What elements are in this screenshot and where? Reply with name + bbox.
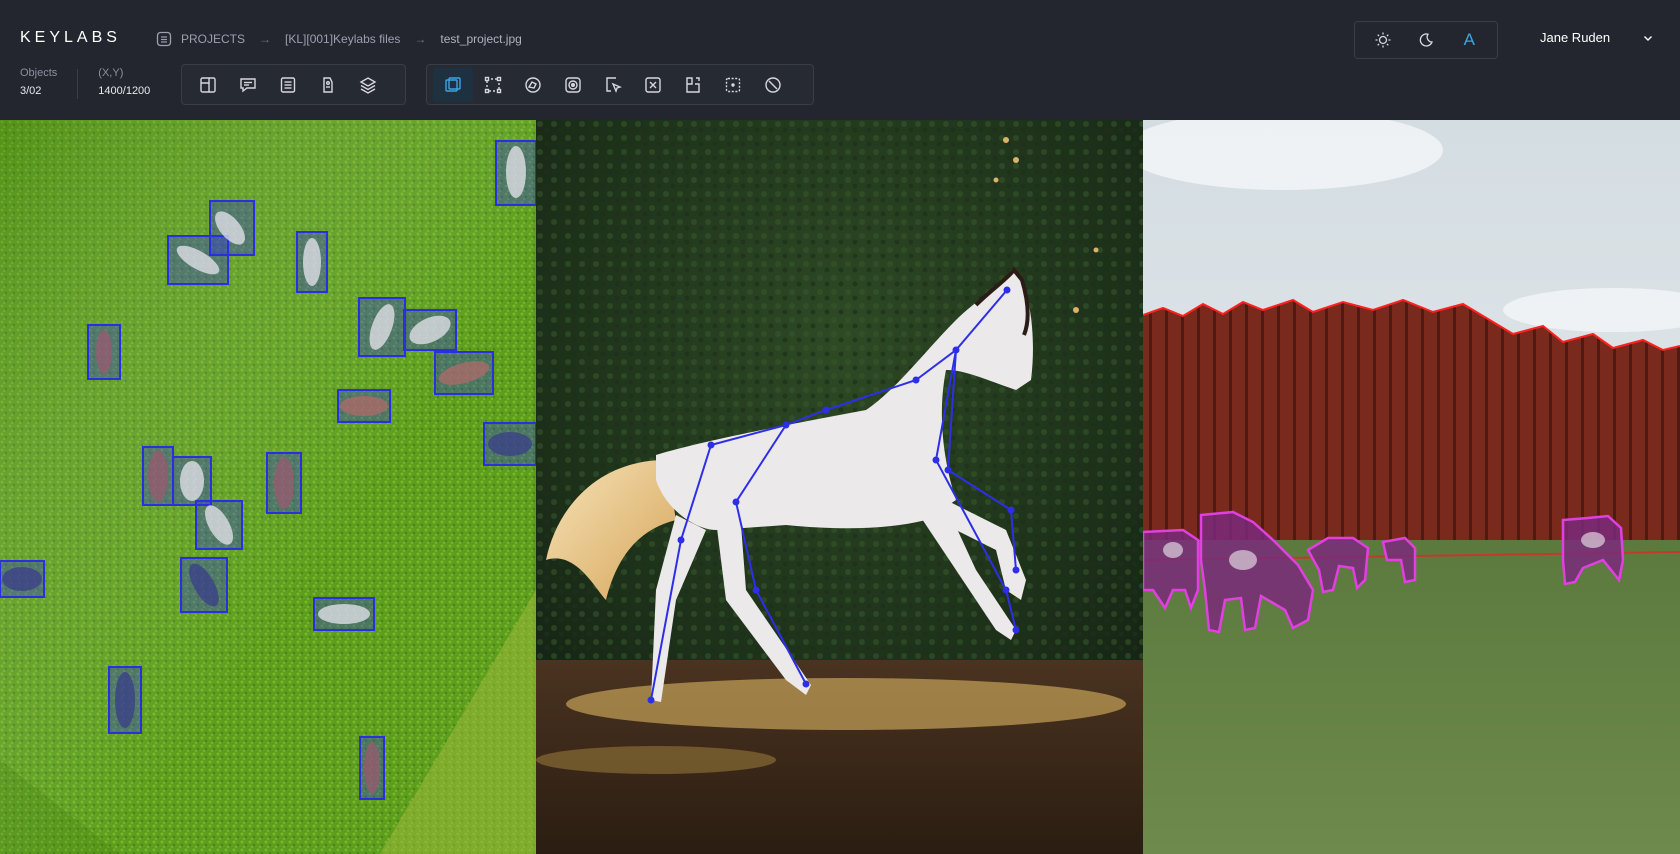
pasture-scene xyxy=(1143,120,1680,854)
view-toolgroup xyxy=(181,64,406,105)
top-toolbar: KEYLABS PROJECTS → [KL][001]Keylabs file… xyxy=(0,0,1680,120)
user-menu[interactable]: Jane Ruden xyxy=(1540,30,1654,45)
objects-value: 3/02 xyxy=(20,85,42,97)
tag-button[interactable] xyxy=(308,68,348,102)
segmentation-tool-icon xyxy=(565,76,581,93)
annotation-toolgroup xyxy=(426,64,814,105)
horse-scene xyxy=(536,120,1143,854)
layers-icon xyxy=(359,76,377,94)
mask-tool[interactable] xyxy=(713,68,753,102)
stats-panel: Objects 3/02 (X,Y) 1400/1200 xyxy=(20,67,150,99)
layers-button[interactable] xyxy=(348,68,388,102)
theme-switcher: A xyxy=(1354,21,1498,59)
frame-icon xyxy=(200,76,216,93)
text-select-tool[interactable] xyxy=(633,68,673,102)
cuboid-tool[interactable] xyxy=(673,68,713,102)
list-button[interactable] xyxy=(268,68,308,102)
dark-theme-button[interactable] xyxy=(1408,25,1444,55)
polygon-tool[interactable] xyxy=(513,68,553,102)
segmentation-tool[interactable] xyxy=(553,68,593,102)
no-annotation-icon xyxy=(765,76,781,93)
no-annotation-tool[interactable] xyxy=(753,68,793,102)
polygon-tool-icon xyxy=(525,76,541,93)
objects-label: Objects xyxy=(20,67,58,79)
auto-theme-button[interactable]: A xyxy=(1451,25,1487,55)
coords-value: 1400/1200 xyxy=(98,85,151,97)
cuboid-tool-icon xyxy=(686,76,700,93)
bounding-box-tool-icon xyxy=(445,76,461,92)
select-cursor-tool[interactable] xyxy=(593,68,633,102)
tag-icon xyxy=(323,76,333,93)
user-name: Jane Ruden xyxy=(1540,30,1611,45)
objects-stat: Objects 3/02 xyxy=(20,67,57,99)
breadcrumb: PROJECTS → [KL][001]Keylabs files → test… xyxy=(156,30,522,48)
text-select-icon xyxy=(645,76,661,93)
image-panel-pasture-cows[interactable] xyxy=(1143,120,1680,854)
breadcrumb-separator: → xyxy=(414,32,427,46)
bounding-box-tool[interactable] xyxy=(433,67,473,102)
coords-label: (X,Y) xyxy=(98,67,124,79)
image-panel-horse[interactable] xyxy=(536,120,1143,854)
comment-button[interactable] xyxy=(228,68,268,102)
comment-icon xyxy=(240,77,256,92)
image-panel-aerial-cows[interactable] xyxy=(0,120,536,854)
breadcrumb-separator: → xyxy=(259,32,272,46)
select-cursor-icon xyxy=(606,76,622,93)
sun-icon xyxy=(1375,32,1391,48)
breadcrumb-file: test_project.jpg xyxy=(440,32,522,46)
keypoints-tool-icon xyxy=(484,76,502,93)
chevron-down-icon xyxy=(1644,35,1653,41)
breadcrumb-folder[interactable]: [KL][001]Keylabs files xyxy=(285,32,400,46)
stat-divider xyxy=(77,69,79,99)
aerial-cows-scene xyxy=(0,120,536,854)
frame-button[interactable] xyxy=(188,68,228,102)
app-logo: KEYLABS xyxy=(20,29,121,46)
keypoints-tool[interactable] xyxy=(473,68,513,102)
breadcrumb-projects[interactable]: PROJECTS xyxy=(181,32,245,46)
list-icon xyxy=(280,76,296,93)
project-list-icon xyxy=(156,31,172,47)
mask-tool-icon xyxy=(725,77,741,92)
moon-icon xyxy=(1419,33,1433,47)
coords-stat: (X,Y) 1400/1200 xyxy=(98,67,150,99)
light-theme-button[interactable] xyxy=(1365,25,1401,55)
